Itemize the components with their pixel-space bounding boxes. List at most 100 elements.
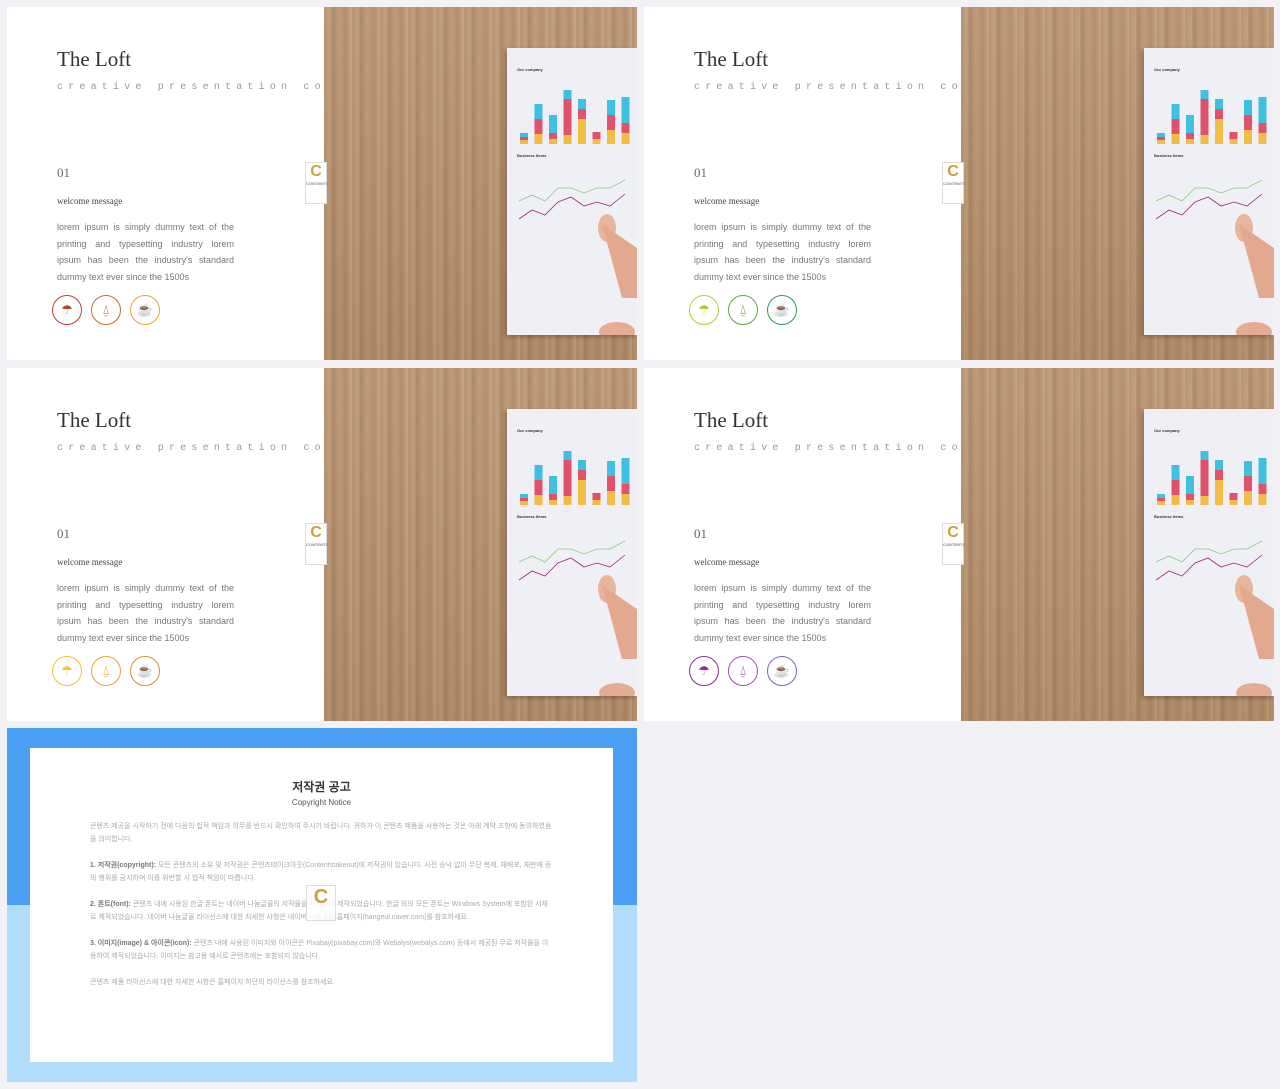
paper-bar [1157, 140, 1165, 144]
coffee-cup-icon: ☕ [136, 663, 154, 678]
section-heading: welcome message [694, 557, 760, 567]
coffee-cup-button[interactable]: ☕ [130, 295, 160, 325]
copyright-section-1: 1. 저작권(copyright): 모든 콘텐츠의 소유 및 저작권은 콘텐츠… [90, 859, 553, 885]
paper-bar [621, 123, 630, 133]
logo-badge: C CONTENTS [305, 523, 328, 565]
paper-bar [1258, 484, 1267, 494]
paper-bar [607, 130, 615, 144]
paper-bar [1244, 491, 1252, 505]
paper-bar [592, 493, 601, 500]
umbrella-icon: ☂ [698, 302, 710, 317]
paper-bar [621, 484, 630, 494]
coffee-cup-icon: ☕ [773, 663, 791, 678]
paper-bar [592, 132, 601, 139]
paper-bar [520, 140, 528, 144]
paper-bar [1229, 132, 1238, 139]
paper-bar [578, 480, 586, 505]
umbrella-button[interactable]: ☂ [52, 295, 82, 325]
paper-charts-graphic: Our company Business Items [1154, 67, 1274, 342]
paper-bar [607, 491, 615, 505]
umbrella-icon: ☂ [61, 302, 73, 317]
section-label: 2. 폰트(font): [90, 901, 131, 908]
paper-bar [520, 137, 528, 140]
paper-bar [1171, 480, 1180, 495]
chart-paper-image: Our company Business Items [1144, 48, 1274, 342]
copyright-notice-slide[interactable]: 저작권 공고 Copyright Notice 콘텐츠 제공을 시작하기 전에 … [7, 728, 637, 1082]
paper-bar [563, 496, 572, 505]
slide-thumbnail[interactable]: The Loft creative presentation concept 0… [7, 368, 637, 721]
coffee-cup-button[interactable]: ☕ [767, 295, 797, 325]
slide-thumbnail[interactable]: The Loft creative presentation concept 0… [644, 368, 1274, 721]
paper-bar [520, 494, 528, 498]
body-text: lorem ipsum is simply dummy text of the … [57, 222, 234, 282]
hanger-icon: ⍙ [102, 663, 110, 678]
chart-paper-image: Our company Business Items [1144, 409, 1274, 703]
svg-text:Our company: Our company [517, 428, 544, 433]
coffee-cup-button[interactable]: ☕ [767, 656, 797, 686]
slide-title: The Loft [694, 408, 769, 432]
hanger-button[interactable]: ⍙ [728, 295, 758, 325]
copyright-panel: 저작권 공고 Copyright Notice 콘텐츠 제공을 시작하기 전에 … [30, 748, 613, 1062]
hanger-icon: ⍙ [739, 302, 747, 317]
paper-bar [1186, 139, 1194, 144]
paper-bar [1258, 494, 1267, 505]
paper-bar [1215, 119, 1223, 144]
hanger-button[interactable]: ⍙ [91, 656, 121, 686]
umbrella-button[interactable]: ☂ [689, 295, 719, 325]
section-text: 모든 콘텐츠의 소유 및 저작권은 콘텐츠테이크아웃(Contentstakeo… [90, 862, 552, 882]
paper-bar [1215, 480, 1223, 505]
copyright-intro: 콘텐츠 제공을 시작하기 전에 다음의 법적 책임과 의무를 반드시 확인하여 … [90, 823, 552, 843]
paper-bar [549, 500, 557, 505]
svg-text:Business Items: Business Items [517, 514, 547, 519]
paper-bar [549, 476, 557, 494]
paper-bar [534, 134, 543, 144]
slide-thumbnail[interactable]: The Loft creative presentation concept 0… [644, 7, 1274, 360]
wood-desk-photo: Our company Business Items [961, 7, 1274, 360]
paper-bar [1258, 97, 1267, 123]
hanger-button[interactable]: ⍙ [728, 656, 758, 686]
paper-bar [1244, 476, 1252, 491]
paper-bar [1215, 99, 1223, 109]
logo-badge: C CONTENTS [942, 162, 965, 204]
umbrella-button[interactable]: ☂ [52, 656, 82, 686]
svg-text:Business Items: Business Items [1154, 153, 1184, 158]
svg-text:Business Items: Business Items [517, 153, 547, 158]
paper-bar [1186, 494, 1194, 500]
hanger-button[interactable]: ⍙ [91, 295, 121, 325]
paper-bar [534, 495, 543, 505]
slide-title: The Loft [57, 47, 132, 71]
paper-bar [1157, 133, 1165, 137]
paper-bar [1186, 133, 1194, 139]
slide-thumbnail[interactable]: The Loft creative presentation concept 0… [7, 7, 637, 360]
paper-bar [1157, 494, 1165, 498]
umbrella-icon: ☂ [61, 663, 73, 678]
paper-bar [578, 119, 586, 144]
paper-bar [1171, 465, 1180, 480]
slide-title: The Loft [57, 408, 132, 432]
section-heading: welcome message [57, 557, 123, 567]
section-label: 1. 저작권(copyright): [90, 862, 156, 869]
section-number: 01 [57, 165, 70, 180]
paper-bar [520, 133, 528, 137]
coffee-cup-button[interactable]: ☕ [130, 656, 160, 686]
icon-row: ☂ ⍙ ☕ [52, 295, 160, 325]
umbrella-icon: ☂ [698, 663, 710, 678]
paper-bar [1244, 130, 1252, 144]
paper-bar [1258, 123, 1267, 133]
wood-desk-photo: Our company Business Items [324, 368, 637, 721]
paper-bar [1229, 139, 1238, 144]
paper-bar [1229, 500, 1238, 505]
paper-bar [578, 460, 586, 470]
svg-text:Our company: Our company [1154, 428, 1181, 433]
paper-bar [1258, 458, 1267, 484]
paper-bar [534, 119, 543, 134]
paper-bar [1157, 498, 1165, 501]
icon-row: ☂ ⍙ ☕ [689, 295, 797, 325]
paper-bar [1171, 104, 1180, 119]
paper-bar [563, 90, 572, 99]
paper-bar [520, 501, 528, 505]
paper-bar [1200, 99, 1209, 135]
paper-bar [1171, 495, 1180, 505]
umbrella-button[interactable]: ☂ [689, 656, 719, 686]
paper-bar [1200, 135, 1209, 144]
